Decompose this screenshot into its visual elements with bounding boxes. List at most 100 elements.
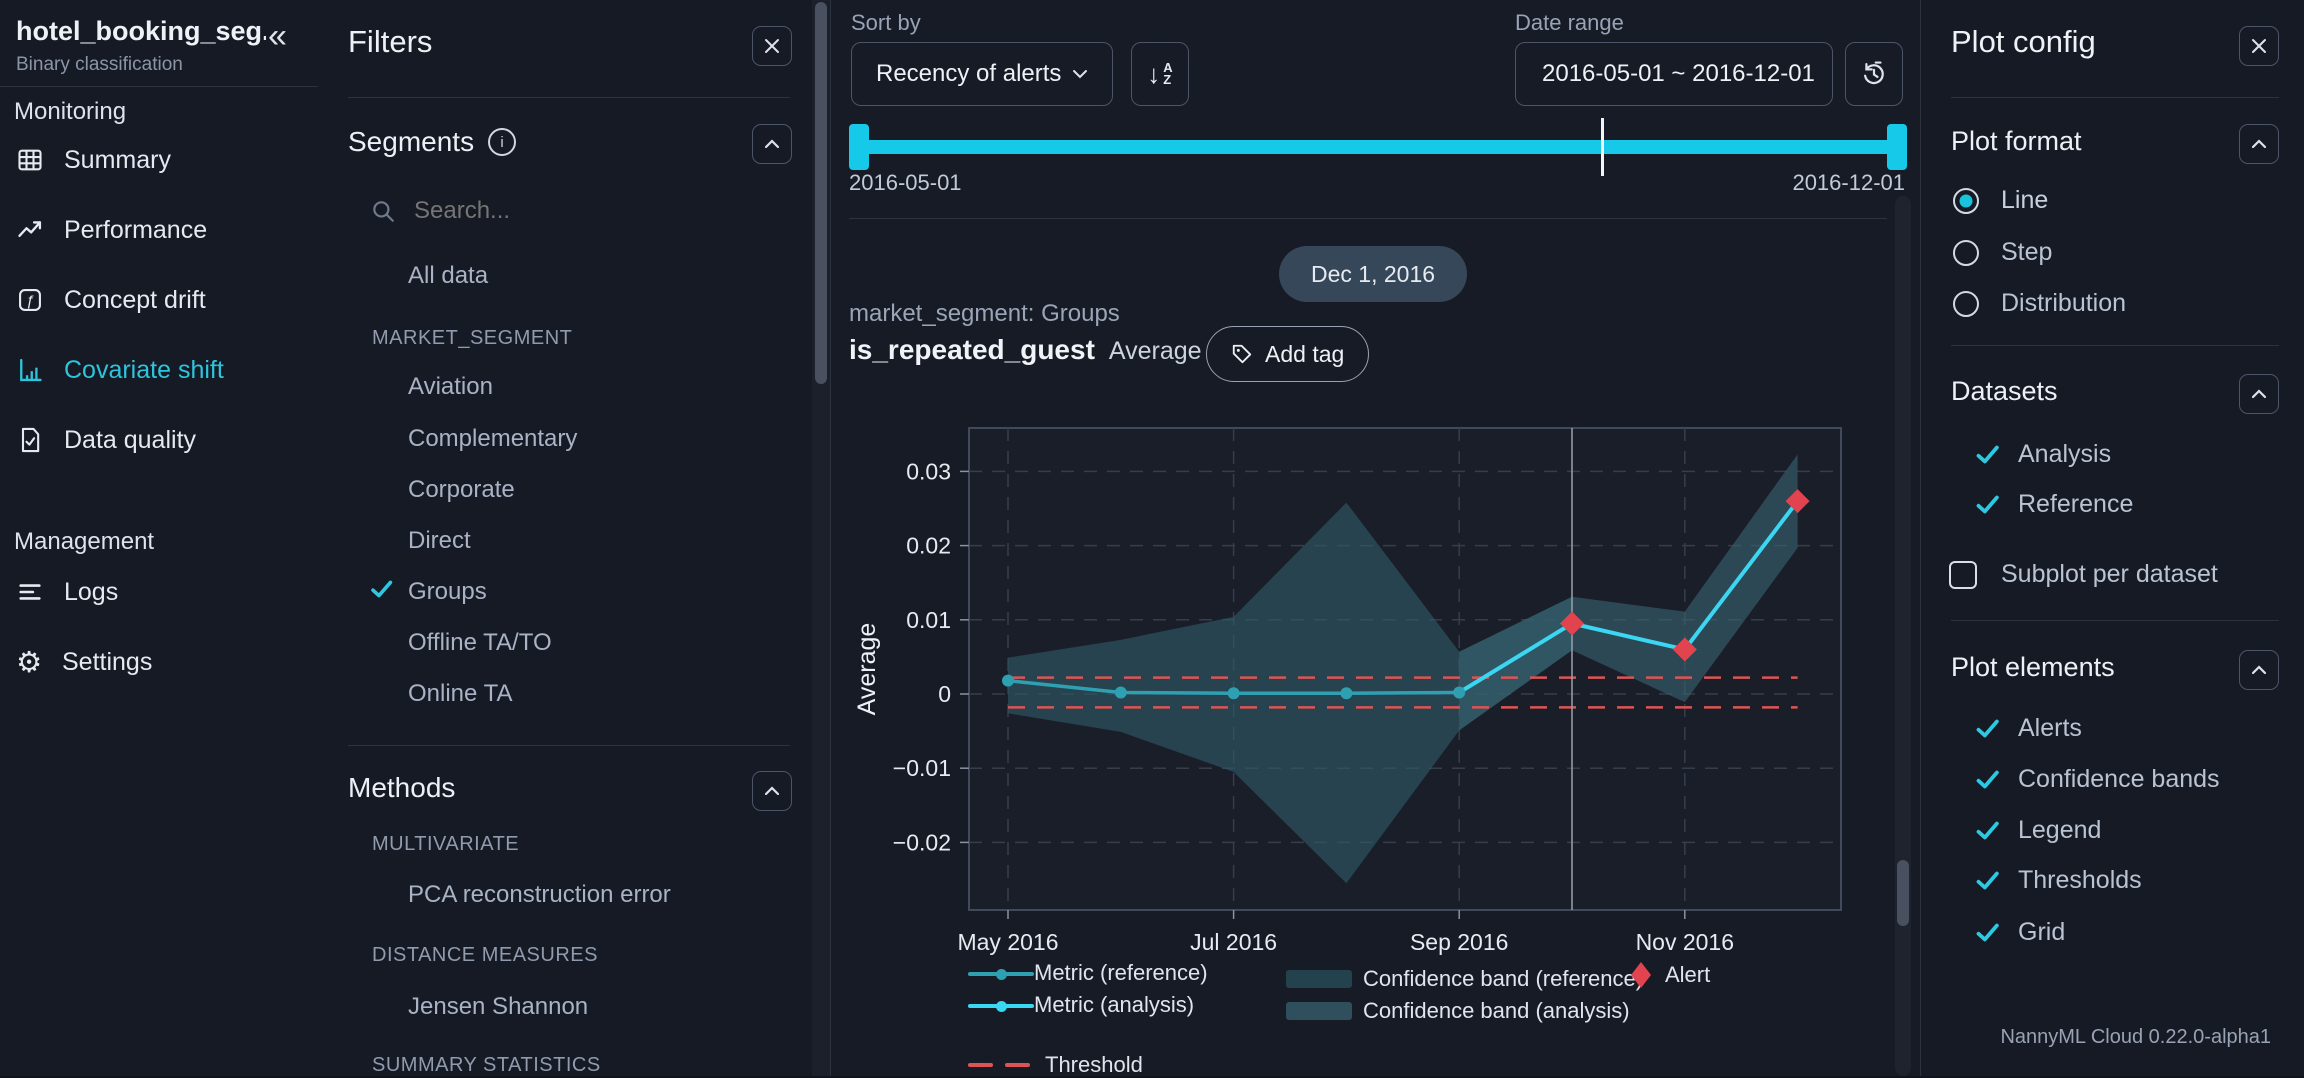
- legend-item-metric-analysis[interactable]: Metric (analysis): [968, 1004, 1034, 1008]
- chart-subtitle: market_segment: Groups: [849, 300, 1120, 328]
- search-icon: [370, 198, 396, 224]
- sidebar-item-concept-drift[interactable]: ƒ Concept drift: [0, 272, 318, 328]
- svg-text:ƒ: ƒ: [26, 292, 34, 309]
- segment-item[interactable]: Corporate: [408, 476, 515, 504]
- scrollbar-thumb[interactable]: [815, 2, 827, 384]
- radio-distribution[interactable]: Distribution: [1953, 289, 2126, 318]
- scrollbar-thumb[interactable]: [1897, 860, 1909, 926]
- plot-element-legend[interactable]: Legend: [1976, 816, 2101, 845]
- date-range-input[interactable]: 2016-05-01 ~ 2016-12-01: [1515, 42, 1833, 106]
- methods-collapse-button[interactable]: [752, 771, 792, 811]
- segment-group-label: MARKET_SEGMENT: [372, 327, 572, 350]
- legend-label: Alert: [1665, 962, 1710, 988]
- radio-label: Step: [2001, 238, 2052, 267]
- sidebar-item-label: Summary: [64, 146, 171, 175]
- plot-element-label: Legend: [2018, 816, 2101, 845]
- check-icon: [1976, 495, 2000, 514]
- radio-step[interactable]: Step: [1953, 238, 2052, 267]
- segments-title: Segments: [348, 126, 474, 158]
- dataset-item-reference[interactable]: Reference: [1976, 490, 2133, 519]
- sidebar-item-label: Concept drift: [64, 286, 206, 315]
- chart-metric-suffix: Average: [1109, 337, 1202, 366]
- svg-text:Sep 2016: Sep 2016: [1410, 929, 1508, 955]
- subplot-per-dataset-checkbox[interactable]: Subplot per dataset: [1949, 560, 2218, 589]
- legend-label: Confidence band (reference): [1363, 966, 1643, 992]
- segments-collapse-button[interactable]: [752, 124, 792, 164]
- lines-icon: [16, 578, 44, 606]
- plot-config-close-button[interactable]: [2239, 26, 2279, 66]
- sidebar-item-covariate-shift[interactable]: Covariate shift: [0, 342, 318, 398]
- close-icon: [764, 38, 780, 54]
- segment-item[interactable]: Offline TA/TO: [408, 629, 552, 657]
- plot-element-grid[interactable]: Grid: [1976, 918, 2065, 947]
- dataset-label: Analysis: [2018, 440, 2111, 469]
- legend-item-threshold[interactable]: Threshold: [968, 1052, 1143, 1078]
- plot-element-alerts[interactable]: Alerts: [1976, 714, 2082, 743]
- sidebar-item-data-quality[interactable]: Data quality: [0, 412, 318, 468]
- plot-element-label: Confidence bands: [2018, 765, 2220, 794]
- plot-elements-collapse-button[interactable]: [2239, 650, 2279, 690]
- datasets-collapse-button[interactable]: [2239, 374, 2279, 414]
- dataset-label: Reference: [2018, 490, 2133, 519]
- slider-start-label: 2016-05-01: [849, 170, 962, 196]
- filters-panel: Filters Segments i All data MARKET_SEGME…: [318, 0, 812, 1076]
- segment-item[interactable]: Groups: [408, 578, 487, 606]
- plot-element-thresholds[interactable]: Thresholds: [1976, 866, 2142, 895]
- radio-label: Distribution: [2001, 289, 2126, 318]
- slider-marker[interactable]: [1601, 118, 1604, 176]
- filters-scrollbar[interactable]: [812, 0, 830, 1076]
- segments-search-input[interactable]: [412, 196, 716, 226]
- radio-icon: [1953, 291, 1979, 317]
- sidebar-item-summary[interactable]: Summary: [0, 132, 318, 188]
- sidebar-item-logs[interactable]: Logs: [0, 564, 318, 620]
- check-icon: [1976, 923, 2000, 942]
- legend-label: Threshold: [1045, 1052, 1143, 1078]
- svg-text:Jul 2016: Jul 2016: [1190, 929, 1277, 955]
- checkbox-icon: [1949, 561, 1977, 589]
- segment-item[interactable]: Complementary: [408, 425, 577, 453]
- radio-icon: [1953, 188, 1979, 214]
- chart-metric-name: is_repeated_guest: [849, 334, 1095, 366]
- segment-item[interactable]: Online TA: [408, 680, 513, 708]
- segment-item[interactable]: Direct: [408, 527, 471, 555]
- sidebar-item-label: Performance: [64, 216, 207, 245]
- radio-icon: [1953, 240, 1979, 266]
- drift-chart[interactable]: 0.030.020.010−0.01−0.02May 2016Jul 2016S…: [841, 410, 1881, 970]
- date-slider-track[interactable]: [859, 140, 1897, 154]
- sort-by-select[interactable]: Recency of alerts: [851, 42, 1113, 106]
- plot-config-panel: Plot config Plot format Line Step Distri…: [1920, 0, 2304, 1076]
- sidebar-item-settings[interactable]: ⚙ Settings: [0, 634, 318, 690]
- filters-close-button[interactable]: [752, 26, 792, 66]
- chevron-up-icon: [2251, 139, 2267, 149]
- check-icon: [1976, 445, 2000, 464]
- segment-item-all-data[interactable]: All data: [408, 262, 488, 290]
- method-item[interactable]: PCA reconstruction error: [408, 881, 671, 909]
- legend-item-alert[interactable]: Alert: [1631, 962, 1710, 988]
- chevron-up-icon: [764, 786, 780, 796]
- legend-item-band-reference[interactable]: Confidence band (reference): [1286, 966, 1643, 992]
- plot-config-title: Plot config: [1951, 24, 2096, 60]
- radio-line[interactable]: Line: [1953, 186, 2048, 215]
- dataset-item-analysis[interactable]: Analysis: [1976, 440, 2111, 469]
- slider-handle-end[interactable]: [1887, 124, 1907, 170]
- legend-item-band-analysis[interactable]: Confidence band (analysis): [1286, 998, 1630, 1024]
- svg-text:Average: Average: [853, 623, 881, 716]
- main-scrollbar[interactable]: [1895, 196, 1911, 1076]
- plot-format-collapse-button[interactable]: [2239, 124, 2279, 164]
- sidebar-item-performance[interactable]: Performance: [0, 202, 318, 258]
- svg-text:−0.01: −0.01: [893, 755, 951, 781]
- sidebar-item-label: Logs: [64, 578, 118, 607]
- date-history-button[interactable]: [1845, 42, 1903, 106]
- svg-text:May 2016: May 2016: [957, 929, 1058, 955]
- add-tag-button[interactable]: Add tag: [1206, 326, 1369, 382]
- tag-icon: [1231, 343, 1253, 365]
- segment-item[interactable]: Aviation: [408, 373, 493, 401]
- info-icon[interactable]: i: [488, 128, 516, 156]
- sidebar-collapse-icon[interactable]: «: [268, 16, 287, 56]
- method-item[interactable]: Jensen Shannon: [408, 993, 588, 1021]
- sort-direction-button[interactable]: ↓ AZ: [1131, 42, 1189, 106]
- slider-handle-start[interactable]: [849, 124, 869, 170]
- legend-item-metric-reference[interactable]: Metric (reference): [968, 972, 1034, 976]
- plot-element-confidence-bands[interactable]: Confidence bands: [1976, 765, 2220, 794]
- sort-az-letters: AZ: [1163, 62, 1172, 86]
